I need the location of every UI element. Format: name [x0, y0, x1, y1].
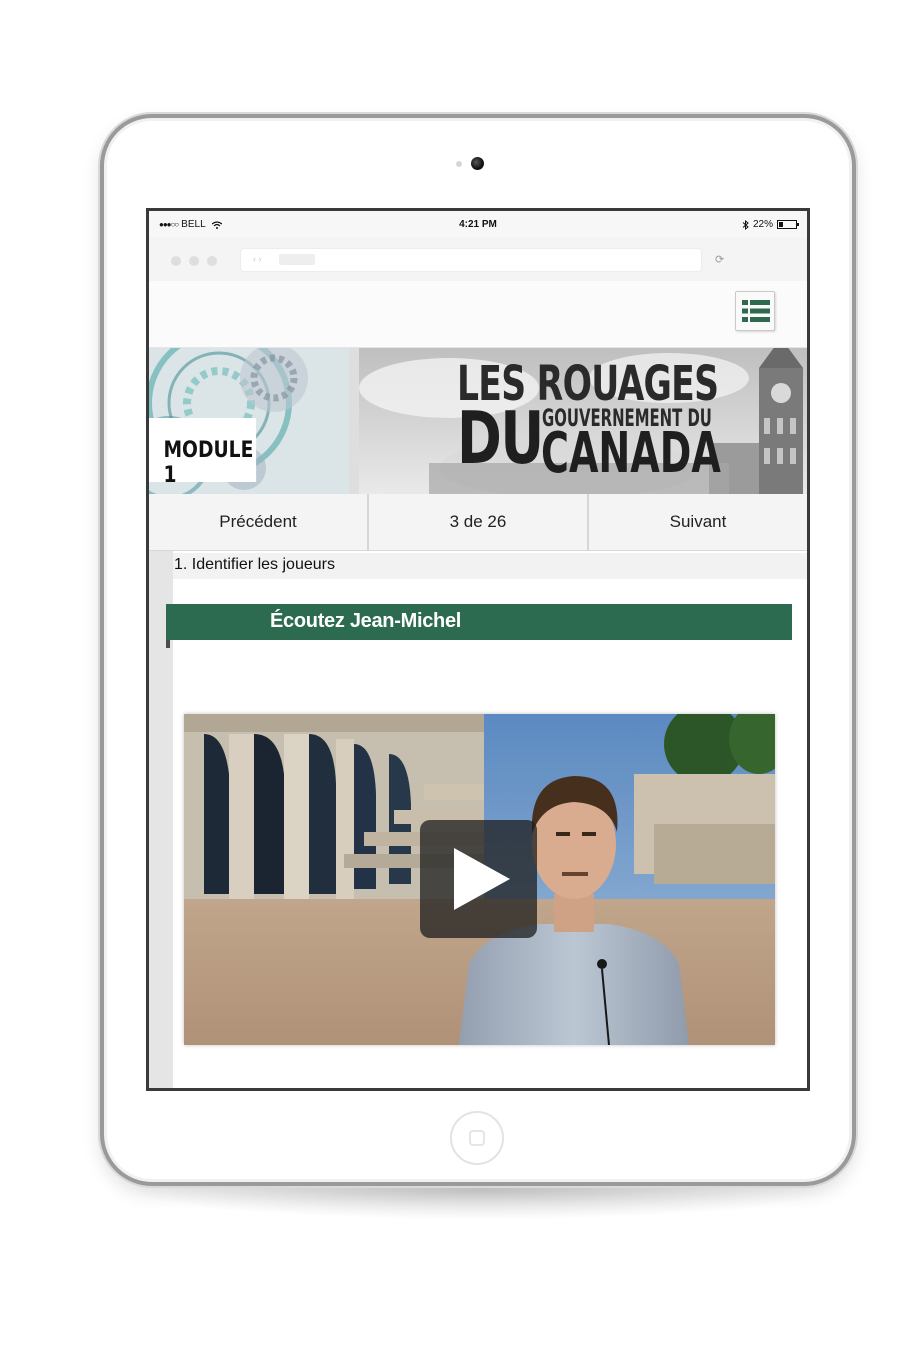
status-right: 22%: [742, 219, 799, 230]
bluetooth-icon: [742, 219, 749, 230]
play-button[interactable]: [420, 820, 537, 938]
window-minimize-dot[interactable]: [189, 256, 199, 266]
front-sensor: [456, 161, 462, 167]
module-banner: MODULE 1 LES ROUAGES DU GOUVERNEMENT DU …: [149, 348, 807, 494]
status-bar: ●●●○○ BELL 4:21 PM 22%: [149, 211, 807, 237]
window-close-dot[interactable]: [171, 256, 181, 266]
battery-icon: [777, 220, 799, 229]
page-navigation: Précédent 3 de 26 Suivant: [149, 494, 807, 551]
previous-button[interactable]: Précédent: [149, 494, 369, 550]
window-maximize-dot[interactable]: [207, 256, 217, 266]
address-bar[interactable]: ‹ ›: [241, 249, 701, 271]
module-label: MODULE 1: [149, 418, 257, 488]
home-button[interactable]: [450, 1111, 504, 1165]
battery-percent: 22%: [752, 219, 773, 230]
reload-icon[interactable]: ⟳: [715, 253, 724, 266]
window-controls: [171, 256, 217, 266]
device-mockup: ●●●○○ BELL 4:21 PM 22% ‹ › ⟳ MODULE 1 LE…: [0, 0, 900, 1353]
url-text: [279, 254, 315, 265]
back-forward-icon[interactable]: ‹ ›: [253, 254, 262, 264]
section-title: 1. Identifier les joueurs: [173, 553, 807, 579]
menu-button[interactable]: [735, 291, 775, 331]
banner-title-canada: CANADA: [541, 421, 721, 486]
video-player[interactable]: [184, 714, 775, 1045]
home-square-icon: [469, 1130, 485, 1146]
banner-title-du: DU: [457, 396, 544, 480]
section-heading: Écoutez Jean-Michel: [166, 604, 792, 640]
app-header: [149, 281, 807, 348]
screen: ●●●○○ BELL 4:21 PM 22% ‹ › ⟳ MODULE 1 LE…: [146, 208, 810, 1091]
browser-toolbar: ‹ › ⟳: [149, 237, 807, 281]
play-icon: [454, 848, 510, 910]
list-menu-icon: [742, 300, 770, 322]
next-button[interactable]: Suivant: [589, 494, 807, 550]
page-counter: 3 de 26: [369, 494, 589, 550]
front-camera: [471, 157, 484, 170]
status-time: 4:21 PM: [459, 219, 497, 230]
heading-tick: [166, 640, 170, 648]
